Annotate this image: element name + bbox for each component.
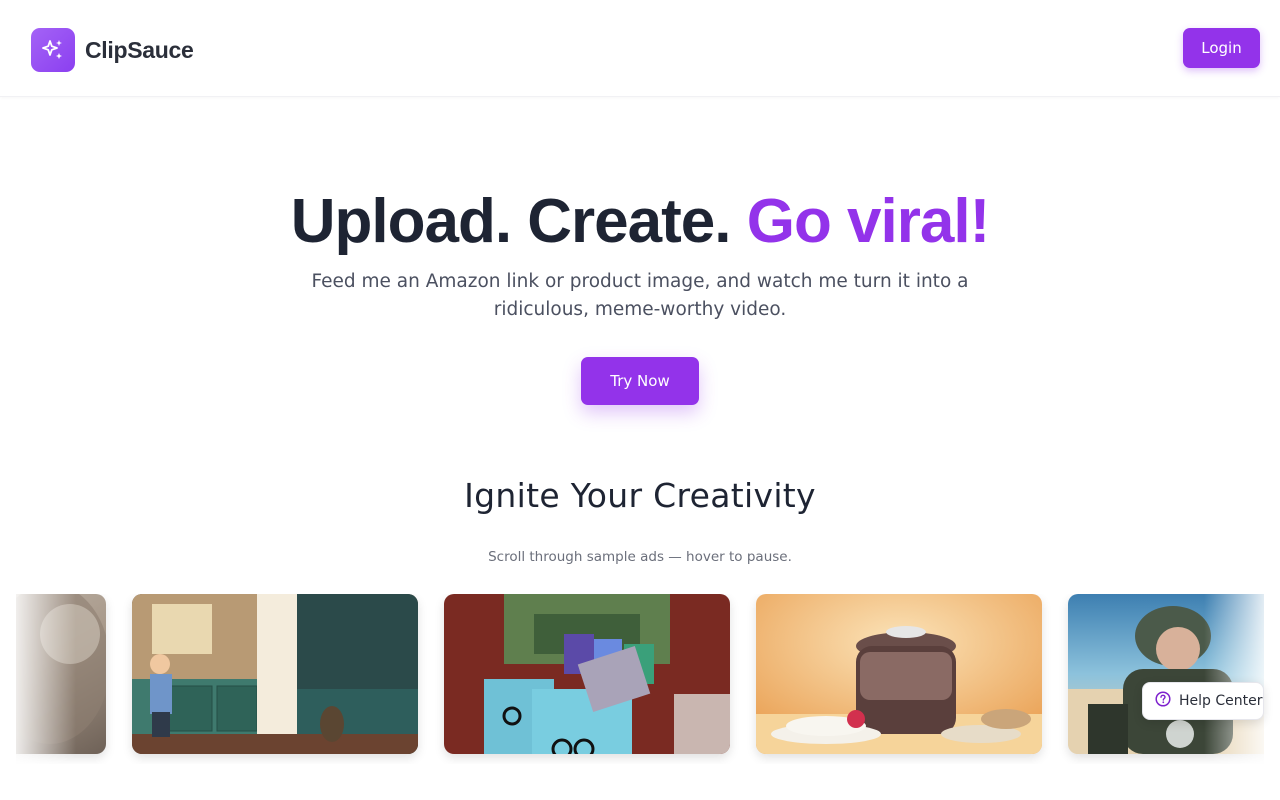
sample-ad-card[interactable] xyxy=(16,594,106,754)
hero-title-accent: Go viral! xyxy=(746,187,991,256)
hero-title: Upload. Create. Go viral! xyxy=(0,186,1280,257)
help-center-button[interactable]: Help Center xyxy=(1142,682,1264,720)
question-circle-icon xyxy=(1155,691,1171,711)
sample-ad-card[interactable] xyxy=(444,594,730,754)
sample-ad-card[interactable] xyxy=(756,594,1042,754)
site-header: ClipSauce Login xyxy=(0,0,1280,97)
gallery-title: Ignite Your Creativity xyxy=(464,476,816,515)
brand-name: ClipSauce xyxy=(85,36,194,63)
brand-logo-link[interactable]: ClipSauce xyxy=(31,28,194,72)
login-button[interactable]: Login xyxy=(1183,28,1260,68)
hero-subtitle: Feed me an Amazon link or product image,… xyxy=(311,271,969,320)
sample-ads-carousel[interactable] xyxy=(16,594,1264,764)
help-center-label: Help Center xyxy=(1179,693,1263,709)
gallery-note: Scroll through sample ads — hover to pau… xyxy=(488,549,792,565)
sample-ad-card[interactable] xyxy=(1068,594,1264,754)
hero-title-main: Upload. Create. xyxy=(290,187,747,256)
sample-ad-card[interactable] xyxy=(132,594,418,754)
try-now-button[interactable]: Try Now xyxy=(581,357,699,405)
sparkles-icon xyxy=(31,28,75,72)
